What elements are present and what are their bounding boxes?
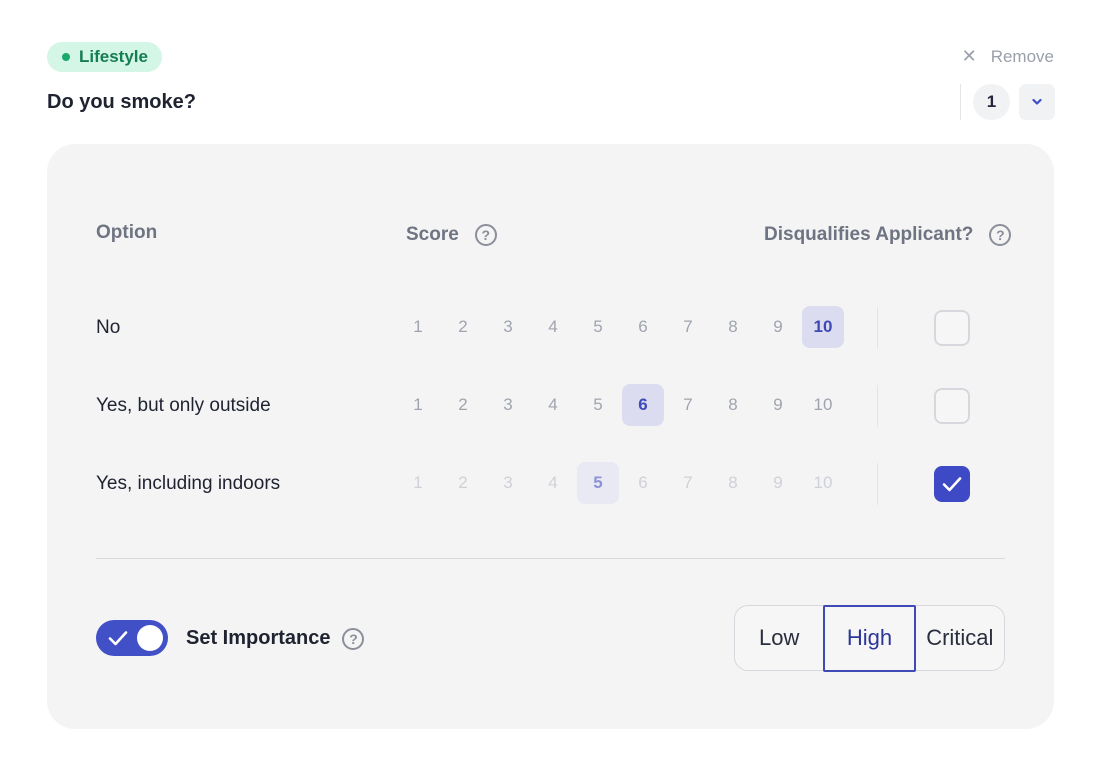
disqualify-checkbox[interactable] [934, 466, 970, 502]
option-row: Yes, but only outside 1 2 3 4 5 6 7 8 9 10 [47, 384, 1054, 428]
help-icon[interactable]: ? [474, 224, 497, 246]
score-option-1[interactable]: 1 [397, 462, 439, 504]
question-title: Do you smoke? [47, 91, 196, 113]
score-option-6[interactable]: 6 [622, 462, 664, 504]
score-option-9[interactable]: 9 [757, 306, 799, 348]
option-header-label: Option [96, 222, 158, 243]
score-option-7[interactable]: 7 [667, 462, 709, 504]
score-option-5[interactable]: 5 [577, 306, 619, 348]
importance-option-critical[interactable]: Critical [916, 606, 1004, 670]
importance-label: Set Importance ? [186, 627, 365, 650]
option-label: Yes, including indoors [96, 473, 281, 494]
score-option-2[interactable]: 2 [442, 384, 484, 426]
disqualifies-header: Disqualifies Applicant? ? [764, 224, 1012, 246]
disqualify-checkbox[interactable] [934, 388, 970, 424]
option-header: Option [96, 222, 157, 244]
close-icon: ✕ [961, 46, 977, 66]
divider [877, 385, 878, 427]
toggle-knob [137, 625, 163, 651]
score-options: 1 2 3 4 5 6 7 8 9 10 [397, 384, 847, 428]
importance-option-high[interactable]: High [823, 604, 916, 672]
score-option-9[interactable]: 9 [757, 384, 799, 426]
score-option-8[interactable]: 8 [712, 384, 754, 426]
category-label: Lifestyle [79, 47, 148, 66]
score-option-2[interactable]: 2 [442, 462, 484, 504]
disqualifies-header-label: Disqualifies Applicant? [764, 224, 974, 245]
score-option-8[interactable]: 8 [712, 462, 754, 504]
divider [96, 558, 1005, 559]
score-option-7[interactable]: 7 [667, 384, 709, 426]
score-option-6[interactable]: 6 [622, 384, 664, 426]
score-option-4[interactable]: 4 [532, 462, 574, 504]
score-option-5[interactable]: 5 [577, 384, 619, 426]
score-option-8[interactable]: 8 [712, 306, 754, 348]
score-option-10[interactable]: 10 [802, 306, 844, 348]
score-option-4[interactable]: 4 [532, 306, 574, 348]
question-order-controls: 1 [960, 84, 1055, 120]
chevron-down-icon [1032, 98, 1042, 105]
importance-toggle[interactable] [96, 620, 168, 656]
importance-selector: Low High Critical [734, 604, 1005, 672]
score-header: Score ? [406, 224, 497, 246]
score-option-4[interactable]: 4 [532, 384, 574, 426]
expand-button[interactable] [1019, 84, 1055, 120]
score-option-10[interactable]: 10 [802, 462, 844, 504]
importance-label-text: Set Importance [186, 627, 331, 649]
remove-label: Remove [990, 46, 1054, 66]
divider [877, 307, 878, 349]
help-icon[interactable]: ? [989, 224, 1012, 246]
score-option-9[interactable]: 9 [757, 462, 799, 504]
score-option-7[interactable]: 7 [667, 306, 709, 348]
score-option-3[interactable]: 3 [487, 462, 529, 504]
score-option-2[interactable]: 2 [442, 306, 484, 348]
status-dot [62, 53, 70, 61]
check-icon [108, 631, 128, 646]
score-option-5[interactable]: 5 [577, 462, 619, 504]
divider [877, 463, 878, 505]
score-header-label: Score [406, 224, 459, 245]
score-options: 1 2 3 4 5 6 7 8 9 10 [397, 462, 847, 506]
score-option-1[interactable]: 1 [397, 306, 439, 348]
option-label: No [96, 317, 121, 338]
help-icon[interactable]: ? [342, 627, 365, 650]
importance-option-low[interactable]: Low [735, 606, 823, 670]
score-option-6[interactable]: 6 [622, 306, 664, 348]
score-option-3[interactable]: 3 [487, 384, 529, 426]
remove-button[interactable]: ✕ Remove [962, 46, 1054, 67]
check-icon [942, 477, 962, 492]
score-option-3[interactable]: 3 [487, 306, 529, 348]
category-tag: Lifestyle [47, 42, 162, 72]
option-row: Yes, including indoors 1 2 3 4 5 6 7 8 9 10 [47, 462, 1054, 506]
score-options: 1 2 3 4 5 6 7 8 9 10 [397, 306, 847, 350]
disqualify-checkbox[interactable] [934, 310, 970, 346]
divider [960, 84, 961, 120]
option-row: No 1 2 3 4 5 6 7 8 9 10 [47, 306, 1054, 350]
scoring-panel: Option Score ? Disqualifies Applicant? ?… [47, 144, 1054, 729]
question-order-number: 1 [973, 84, 1010, 120]
score-option-1[interactable]: 1 [397, 384, 439, 426]
option-label: Yes, but only outside [96, 395, 271, 416]
score-option-10[interactable]: 10 [802, 384, 844, 426]
